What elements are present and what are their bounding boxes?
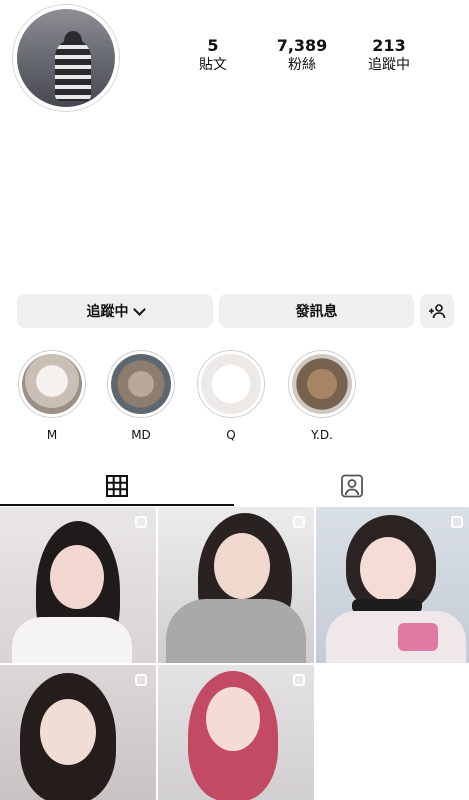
highlight-item[interactable]: MD	[107, 350, 175, 442]
highlight-label: Y.D.	[311, 428, 333, 442]
highlight-cover-cat-tabby	[111, 354, 171, 414]
following-button-label: 追蹤中	[86, 304, 129, 320]
highlight-cover-cat-brown	[292, 354, 352, 414]
multi-select-icon	[451, 516, 463, 528]
highlight-cover-cat-white	[22, 354, 82, 414]
post-tile[interactable]	[316, 507, 469, 663]
grid-icon	[106, 475, 128, 497]
stat-posts[interactable]: 5 貼文	[173, 36, 253, 74]
tab-tagged[interactable]	[235, 466, 469, 506]
highlight-item[interactable]: Q	[197, 350, 265, 442]
bio-area	[18, 118, 448, 278]
highlight-label: MD	[131, 428, 151, 442]
message-button-label: 發訊息	[295, 304, 338, 320]
post-tile[interactable]	[158, 665, 314, 800]
message-button[interactable]: 發訊息	[219, 294, 414, 328]
active-tab-indicator	[0, 504, 234, 506]
stat-followers-label: 粉絲	[288, 57, 316, 73]
stat-following-label: 追蹤中	[368, 57, 410, 73]
stat-followers[interactable]: 7,389 粉絲	[262, 36, 342, 74]
add-person-icon	[429, 304, 446, 319]
highlight-label: M	[46, 428, 58, 442]
following-button[interactable]: 追蹤中	[17, 294, 213, 328]
stat-posts-count: 5	[207, 36, 219, 55]
multi-select-icon	[293, 516, 305, 528]
stat-followers-count: 7,389	[276, 36, 328, 55]
highlight-cover-cat-persian	[201, 354, 261, 414]
stat-following-count: 213	[372, 36, 406, 55]
empty-grid-cell	[316, 665, 469, 800]
post-tile[interactable]	[0, 665, 156, 800]
multi-select-icon	[293, 674, 305, 686]
highlight-label: Q	[226, 428, 236, 442]
highlight-item[interactable]: Y.D.	[288, 350, 356, 442]
multi-select-icon	[135, 674, 147, 686]
avatar-photo	[17, 9, 115, 107]
suggest-people-button[interactable]	[420, 294, 454, 328]
stat-following[interactable]: 213 追蹤中	[349, 36, 429, 74]
profile-avatar[interactable]	[12, 4, 120, 112]
highlight-item[interactable]: M	[18, 350, 86, 442]
post-tile[interactable]	[158, 507, 314, 663]
post-tile[interactable]	[0, 507, 156, 663]
tab-posts-grid[interactable]	[0, 466, 234, 506]
chevron-down-icon	[132, 302, 146, 316]
multi-select-icon	[135, 516, 147, 528]
tagged-person-icon	[341, 474, 363, 498]
stat-posts-label: 貼文	[199, 57, 227, 73]
